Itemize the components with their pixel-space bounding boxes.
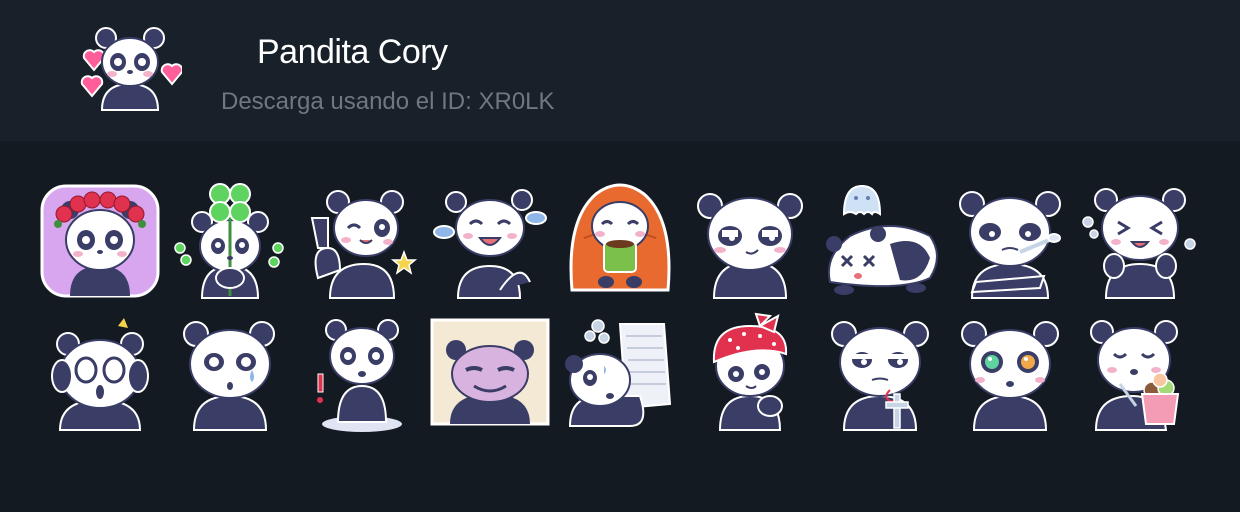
sticker-panda-alarmed[interactable] bbox=[300, 310, 420, 434]
panda-laugh-tears-icon bbox=[433, 189, 547, 299]
sticker-panda-red-bandana[interactable] bbox=[690, 310, 810, 434]
sticker-panda-smirk[interactable] bbox=[690, 178, 810, 302]
sticker-panda-laugh-tears[interactable] bbox=[430, 178, 550, 302]
panda-giggle-icon bbox=[1082, 188, 1196, 299]
panda-wink-peace-icon bbox=[310, 190, 418, 299]
panda-blanket-tea-icon bbox=[569, 183, 671, 292]
panda-shocked-icon bbox=[51, 318, 149, 431]
panda-framed-smug-icon bbox=[430, 318, 550, 426]
sticker-panda-ice-cream[interactable] bbox=[1080, 310, 1200, 434]
panda-sad-tear-icon bbox=[183, 321, 275, 431]
pack-download-id: Descarga usando el ID: XR0LK bbox=[221, 88, 555, 115]
pack-cover-sticker[interactable] bbox=[78, 22, 184, 118]
sticker-panda-sad-tear[interactable] bbox=[170, 310, 290, 434]
sticker-panda-grumpy-spoon[interactable] bbox=[950, 178, 1070, 302]
sticker-panda-ghost-ko[interactable] bbox=[820, 178, 940, 302]
panda-ghost-ko-icon bbox=[826, 184, 938, 295]
sticker-panda-rose-crown[interactable] bbox=[40, 178, 160, 302]
panda-grumpy-spoon-icon bbox=[959, 191, 1061, 299]
panda-paper-stack-icon bbox=[565, 319, 672, 427]
sticker-row bbox=[40, 178, 1200, 302]
panda-clover-icon bbox=[174, 183, 284, 299]
panda-alarmed-icon bbox=[317, 319, 402, 432]
panda-smirk-icon bbox=[697, 193, 803, 299]
panda-hearts-icon bbox=[80, 27, 184, 111]
sticker-panda-shocked-facepalm[interactable] bbox=[40, 310, 160, 434]
sticker-panda-blanket-tea[interactable] bbox=[560, 178, 680, 302]
sticker-panda-starry-eyes[interactable] bbox=[950, 310, 1070, 434]
sticker-panda-clover[interactable] bbox=[170, 178, 290, 302]
sticker-row bbox=[40, 310, 1200, 434]
sticker-panda-paper-stack[interactable] bbox=[560, 310, 680, 434]
panda-rose-crown-icon bbox=[40, 184, 160, 298]
panda-ice-cream-icon bbox=[1090, 320, 1180, 431]
pack-title: Pandita Cory bbox=[257, 33, 448, 71]
sticker-grid bbox=[40, 178, 1200, 442]
panda-suspicious-cross-icon bbox=[831, 321, 929, 431]
sticker-panda-wink-peace[interactable] bbox=[300, 178, 420, 302]
sticker-panda-giggle[interactable] bbox=[1080, 178, 1200, 302]
panda-starry-eyes-icon bbox=[961, 321, 1059, 431]
sticker-panda-suspicious-cross[interactable] bbox=[820, 310, 940, 434]
sticker-panda-framed-smug[interactable] bbox=[430, 310, 550, 434]
pack-header: Pandita Cory Descarga usando el ID: XR0L… bbox=[0, 0, 1240, 141]
panda-red-bandana-icon bbox=[712, 312, 788, 431]
